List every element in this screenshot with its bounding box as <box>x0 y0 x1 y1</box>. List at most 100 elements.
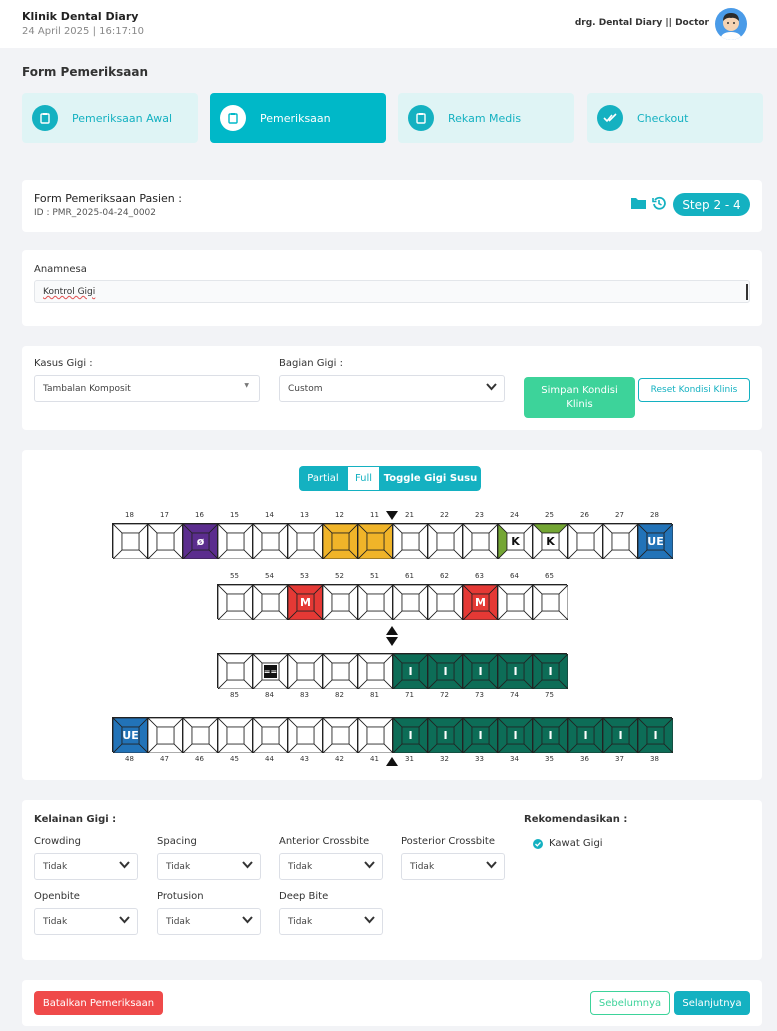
tooth-28[interactable]: UE <box>637 523 673 559</box>
tooth-53[interactable]: M <box>287 584 323 620</box>
tooth-65[interactable] <box>532 584 568 620</box>
tooth-38[interactable]: I <box>637 717 673 753</box>
tooth-46[interactable] <box>182 717 218 753</box>
tooth-64[interactable] <box>497 584 533 620</box>
tooth-41[interactable] <box>357 717 393 753</box>
tooth-11[interactable] <box>357 523 393 559</box>
caret-down-icon: ▼ <box>244 382 249 389</box>
tooth-21[interactable] <box>392 523 428 559</box>
rekomendasi-title: Rekomendasikan : <box>524 814 628 825</box>
rekomendasi-item[interactable]: Kawat Gigi <box>533 838 603 849</box>
kelainan-value: Tidak <box>410 861 435 872</box>
kasus-select[interactable]: Tambalan Komposit ▼ <box>34 375 260 402</box>
step-rekam-medis[interactable]: Rekam Medis <box>398 93 574 143</box>
tooth-34[interactable]: I <box>497 717 533 753</box>
tooth-72[interactable]: I <box>427 653 463 689</box>
reset-kondisi-button[interactable]: Reset Kondisi Klinis <box>638 378 750 402</box>
kelainan-select[interactable]: Tidak <box>157 908 261 935</box>
tooth-84[interactable]: == <box>252 653 288 689</box>
kelainan-select[interactable]: Tidak <box>157 853 261 880</box>
selanjutnya-button[interactable]: Selanjutnya <box>674 991 750 1015</box>
tooth-73[interactable]: I <box>462 653 498 689</box>
tooth-number: 64 <box>510 572 519 580</box>
tooth-61[interactable] <box>392 584 428 620</box>
folder-icon[interactable] <box>631 197 646 209</box>
tooth-25[interactable]: K <box>532 523 568 559</box>
tooth-36[interactable]: I <box>567 717 603 753</box>
midline-down-arrow-icon <box>386 511 398 520</box>
tooth-81[interactable] <box>357 653 393 689</box>
anamnesa-input[interactable]: Kontrol Gigi <box>34 280 750 303</box>
tooth-17[interactable] <box>147 523 183 559</box>
kelainan-select[interactable]: Tidak <box>401 853 505 880</box>
tooth-number: 43 <box>300 755 309 763</box>
tooth-23[interactable] <box>462 523 498 559</box>
tooth-71[interactable]: I <box>392 653 428 689</box>
tooth-52[interactable] <box>322 584 358 620</box>
tooth-24[interactable]: K <box>497 523 533 559</box>
tooth-31[interactable]: I <box>392 717 428 753</box>
user-name: drg. Dental Diary || Doctor <box>574 18 709 28</box>
tooth-32[interactable]: I <box>427 717 463 753</box>
tooth-75[interactable]: I <box>532 653 568 689</box>
tooth-48[interactable]: UE <box>112 717 148 753</box>
clipboard-icon <box>408 105 434 131</box>
tooth-85[interactable] <box>217 653 253 689</box>
tooth-33[interactable]: I <box>462 717 498 753</box>
sebelumnya-button[interactable]: Sebelumnya <box>590 991 670 1015</box>
step-checkout[interactable]: Checkout <box>587 93 763 143</box>
resize-handle[interactable] <box>746 284 748 300</box>
tooth-51[interactable] <box>357 584 393 620</box>
tooth-37[interactable]: I <box>602 717 638 753</box>
tooth-12[interactable] <box>322 523 358 559</box>
simpan-kondisi-button[interactable]: Simpan Kondisi Klinis <box>524 377 635 418</box>
tooth-54[interactable] <box>252 584 288 620</box>
tooth-45[interactable] <box>217 717 253 753</box>
tooth-44[interactable] <box>252 717 288 753</box>
step-pemeriksaan[interactable]: Pemeriksaan <box>210 93 386 143</box>
tooth-number: 48 <box>125 755 134 763</box>
batalkan-button[interactable]: Batalkan Pemeriksaan <box>34 991 163 1015</box>
patient-id: ID : PMR_2025-04-24_0002 <box>34 208 156 218</box>
kelainan-select[interactable]: Tidak <box>34 908 138 935</box>
tooth-63[interactable]: M <box>462 584 498 620</box>
tooth-number: 24 <box>510 511 519 519</box>
tooth-42[interactable] <box>322 717 358 753</box>
tooth-27[interactable] <box>602 523 638 559</box>
rekomendasi-label: Kawat Gigi <box>549 838 603 849</box>
tooth-35[interactable]: I <box>532 717 568 753</box>
tooth-26[interactable] <box>567 523 603 559</box>
step-pemeriksaan-awal[interactable]: Pemeriksaan Awal <box>22 93 198 143</box>
tooth-mark: M <box>475 596 486 609</box>
kelainan-select[interactable]: Tidak <box>279 908 383 935</box>
bagian-select[interactable]: Custom <box>279 375 505 402</box>
chevron-down-icon <box>242 861 253 869</box>
tooth-number: 18 <box>125 511 134 519</box>
tooth-mark: I <box>548 729 553 742</box>
tooth-13[interactable] <box>287 523 323 559</box>
tooth-82[interactable] <box>322 653 358 689</box>
tooth-number: 36 <box>580 755 589 763</box>
kelainan-select[interactable]: Tidak <box>279 853 383 880</box>
avatar[interactable] <box>715 8 747 40</box>
tooth-16[interactable]: ø <box>182 523 218 559</box>
tooth-15[interactable] <box>217 523 253 559</box>
tooth-47[interactable] <box>147 717 183 753</box>
tooth-number: 45 <box>230 755 239 763</box>
tooth-mark: K <box>508 534 523 549</box>
tooth-74[interactable]: I <box>497 653 533 689</box>
tooth-83[interactable] <box>287 653 323 689</box>
tooth-22[interactable] <box>427 523 463 559</box>
tooth-number: 34 <box>510 755 519 763</box>
tooth-43[interactable] <box>287 717 323 753</box>
history-icon[interactable] <box>652 196 666 210</box>
tooth-55[interactable] <box>217 584 253 620</box>
tooth-18[interactable] <box>112 523 148 559</box>
tooth-number: 15 <box>230 511 239 519</box>
tooth-62[interactable] <box>427 584 463 620</box>
tooth-number: 26 <box>580 511 589 519</box>
tooth-number: 51 <box>370 572 379 580</box>
kelainan-select[interactable]: Tidak <box>34 853 138 880</box>
tooth-14[interactable] <box>252 523 288 559</box>
tooth-mark: == <box>263 665 278 678</box>
